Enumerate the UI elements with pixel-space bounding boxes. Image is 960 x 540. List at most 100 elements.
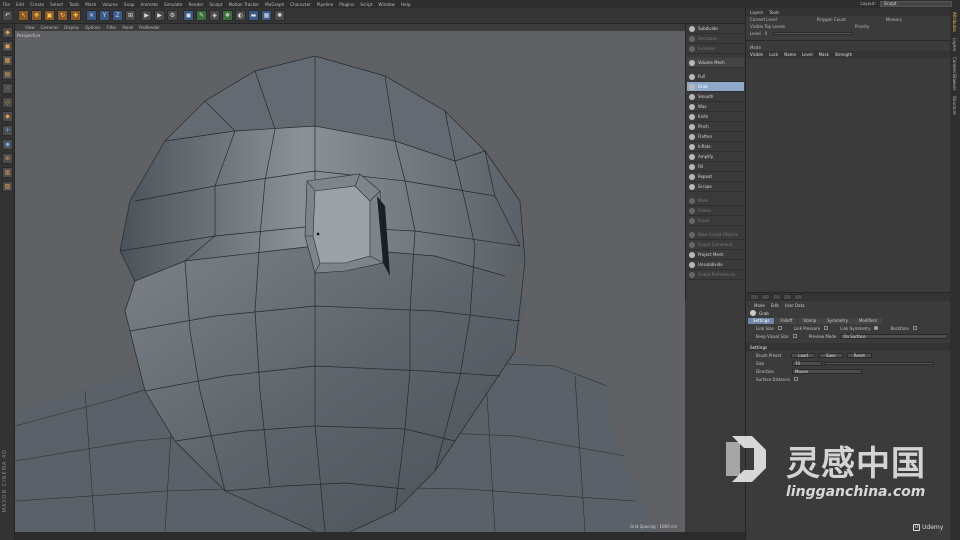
z-axis-icon[interactable]: Z — [112, 10, 123, 21]
tab-stamp[interactable]: Stamp — [798, 317, 822, 324]
texture-mode-icon[interactable]: ▩ — [2, 55, 13, 66]
tab-modifiers[interactable]: Modifiers — [853, 317, 883, 324]
side-tab-attributes[interactable]: Attributes — [952, 12, 957, 32]
menu-help[interactable]: Help — [401, 2, 411, 7]
visible-top-levels-option[interactable]: Visible Top Levels — [750, 24, 785, 29]
render-view-icon[interactable]: ▶ — [141, 10, 152, 21]
tool-button-icon[interactable] — [772, 294, 781, 300]
menu-user-data[interactable]: User Data — [785, 303, 805, 308]
enable-axis-icon[interactable]: ✛ — [2, 125, 13, 136]
tab-settings[interactable]: Settings — [748, 317, 775, 324]
cube-icon[interactable]: ◼ — [183, 10, 194, 21]
menu-window[interactable]: Window — [378, 2, 395, 7]
layout-select[interactable]: Sculpt — [880, 1, 952, 7]
priority-option[interactable]: Priority — [855, 24, 869, 29]
brush-fill[interactable]: Fill — [687, 162, 744, 172]
tab-symmetry[interactable]: Symmetry — [822, 317, 853, 324]
tweak-icon[interactable]: ◉ — [2, 139, 13, 150]
side-tab-content-browser[interactable]: Content Browser — [952, 57, 957, 90]
render-picture-viewer-icon[interactable]: ▶ — [154, 10, 165, 21]
brush-smooth[interactable]: Smooth — [687, 92, 744, 102]
tool-button-icon[interactable] — [794, 294, 803, 300]
viewport-menu-filter[interactable]: Filter — [106, 25, 116, 30]
sculpt-increase[interactable]: Increase — [687, 44, 744, 54]
brush-pull[interactable]: Pull — [687, 72, 744, 82]
sculpt-mask[interactable]: Mask — [687, 196, 744, 206]
reset-button[interactable]: Reset — [846, 352, 872, 358]
link-size-checkbox[interactable] — [777, 326, 782, 330]
layers-list[interactable] — [746, 58, 950, 258]
polygons-mode-icon[interactable]: ◆ — [2, 111, 13, 122]
menu-edit[interactable]: Edit — [771, 303, 779, 308]
menu-mesh[interactable]: Mesh — [85, 2, 96, 7]
tool-button-icon[interactable] — [783, 294, 792, 300]
sculpt-unsubdivide[interactable]: Unsubdivide — [687, 260, 744, 270]
sculpt-decrease[interactable]: Decrease — [687, 34, 744, 44]
size-value-field[interactable]: 70 — [792, 360, 822, 366]
tab-tools[interactable]: Tools — [769, 10, 779, 15]
points-mode-icon[interactable]: ⁙ — [2, 83, 13, 94]
recent-tools-icon[interactable]: ✚ — [70, 10, 81, 21]
planar-workplane-icon[interactable]: ▧ — [2, 181, 13, 192]
sculpt-subdivide[interactable]: Subdivide — [687, 24, 744, 34]
menu-edit[interactable]: Edit — [16, 2, 24, 7]
menu-mograph[interactable]: MoGraph — [265, 2, 284, 7]
side-tab-layers[interactable]: Layers — [952, 38, 957, 51]
menu-animate[interactable]: Animate — [140, 2, 158, 7]
brush-wax[interactable]: Wax — [687, 102, 744, 112]
menu-create[interactable]: Create — [30, 2, 44, 7]
scale-icon[interactable]: ▣ — [44, 10, 55, 21]
viewport-menu-prorender[interactable]: ProRender — [139, 25, 160, 30]
brush-repeat[interactable]: Repeat — [687, 172, 744, 182]
light-icon[interactable]: ✺ — [274, 10, 285, 21]
sculpt-bake-sculpt-objects[interactable]: Bake Sculpt Objects — [687, 230, 744, 240]
direction-select[interactable]: Mouse — [792, 368, 862, 374]
menu-character[interactable]: Character — [290, 2, 311, 7]
tab-falloff[interactable]: Falloff — [775, 317, 798, 324]
sculpt-volume-mesh[interactable]: Volume Mesh — [687, 58, 744, 68]
menu-mode[interactable]: Mode — [754, 303, 765, 308]
sculpt-sculpt-preferences[interactable]: Sculpt Preferences — [687, 270, 744, 280]
brush-pinch[interactable]: Pinch — [687, 122, 744, 132]
menu-volume[interactable]: Volume — [102, 2, 118, 7]
tool-button-icon[interactable] — [750, 294, 759, 300]
viewport-menu-cameras[interactable]: Cameras — [41, 25, 59, 30]
sculpt-project-mesh[interactable]: Project Mesh — [687, 250, 744, 260]
menu-tools[interactable]: Tools — [69, 2, 79, 7]
snap-icon[interactable]: ⊛ — [2, 153, 13, 164]
brush-scrape[interactable]: Scrape — [687, 182, 744, 192]
viewport-menu-view[interactable]: View — [25, 25, 35, 30]
menu-render[interactable]: Render — [189, 2, 204, 7]
rotate-icon[interactable]: ↻ — [57, 10, 68, 21]
array-icon[interactable]: ❖ — [222, 10, 233, 21]
coordinate-system-icon[interactable]: ⊞ — [125, 10, 136, 21]
level-value[interactable]: 0 — [765, 31, 768, 36]
tab-layers[interactable]: Layers — [750, 10, 763, 15]
level-slider[interactable] — [773, 32, 854, 35]
keep-visual-size-checkbox[interactable] — [792, 334, 797, 338]
backface-checkbox[interactable] — [912, 326, 917, 330]
preview-mode-select[interactable]: On Surface — [840, 333, 949, 339]
sculpt-sculpt-command[interactable]: Sculpt Command — [687, 240, 744, 250]
camera-icon[interactable]: ▦ — [261, 10, 272, 21]
link-pressure-checkbox[interactable] — [824, 326, 829, 330]
brush-inflate[interactable]: Inflate — [687, 142, 744, 152]
link-symmetry-checkbox[interactable] — [874, 326, 879, 330]
menu-script[interactable]: Script — [360, 2, 372, 7]
tool-button-icon[interactable] — [761, 294, 770, 300]
undo-icon[interactable]: ↶ — [2, 10, 13, 21]
subdivision-icon[interactable]: ◈ — [209, 10, 220, 21]
pen-icon[interactable]: ✎ — [196, 10, 207, 21]
select-arrow-icon[interactable]: ↖ — [18, 10, 29, 21]
workplane-icon[interactable]: ▤ — [2, 69, 13, 80]
surface-distance-checkbox[interactable] — [794, 377, 798, 381]
model-mode-icon[interactable]: ◼ — [2, 41, 13, 52]
load-button[interactable]: Load — [791, 352, 815, 358]
brush-amplify[interactable]: Amplify — [687, 152, 744, 162]
x-axis-icon[interactable]: ✕ — [86, 10, 97, 21]
render-settings-icon[interactable]: ⚙ — [167, 10, 178, 21]
y-axis-icon[interactable]: Y — [99, 10, 110, 21]
side-tab-structure[interactable]: Structure — [952, 96, 957, 115]
locked-workplane-icon[interactable]: ▥ — [2, 167, 13, 178]
save-button[interactable]: Save — [818, 352, 843, 358]
